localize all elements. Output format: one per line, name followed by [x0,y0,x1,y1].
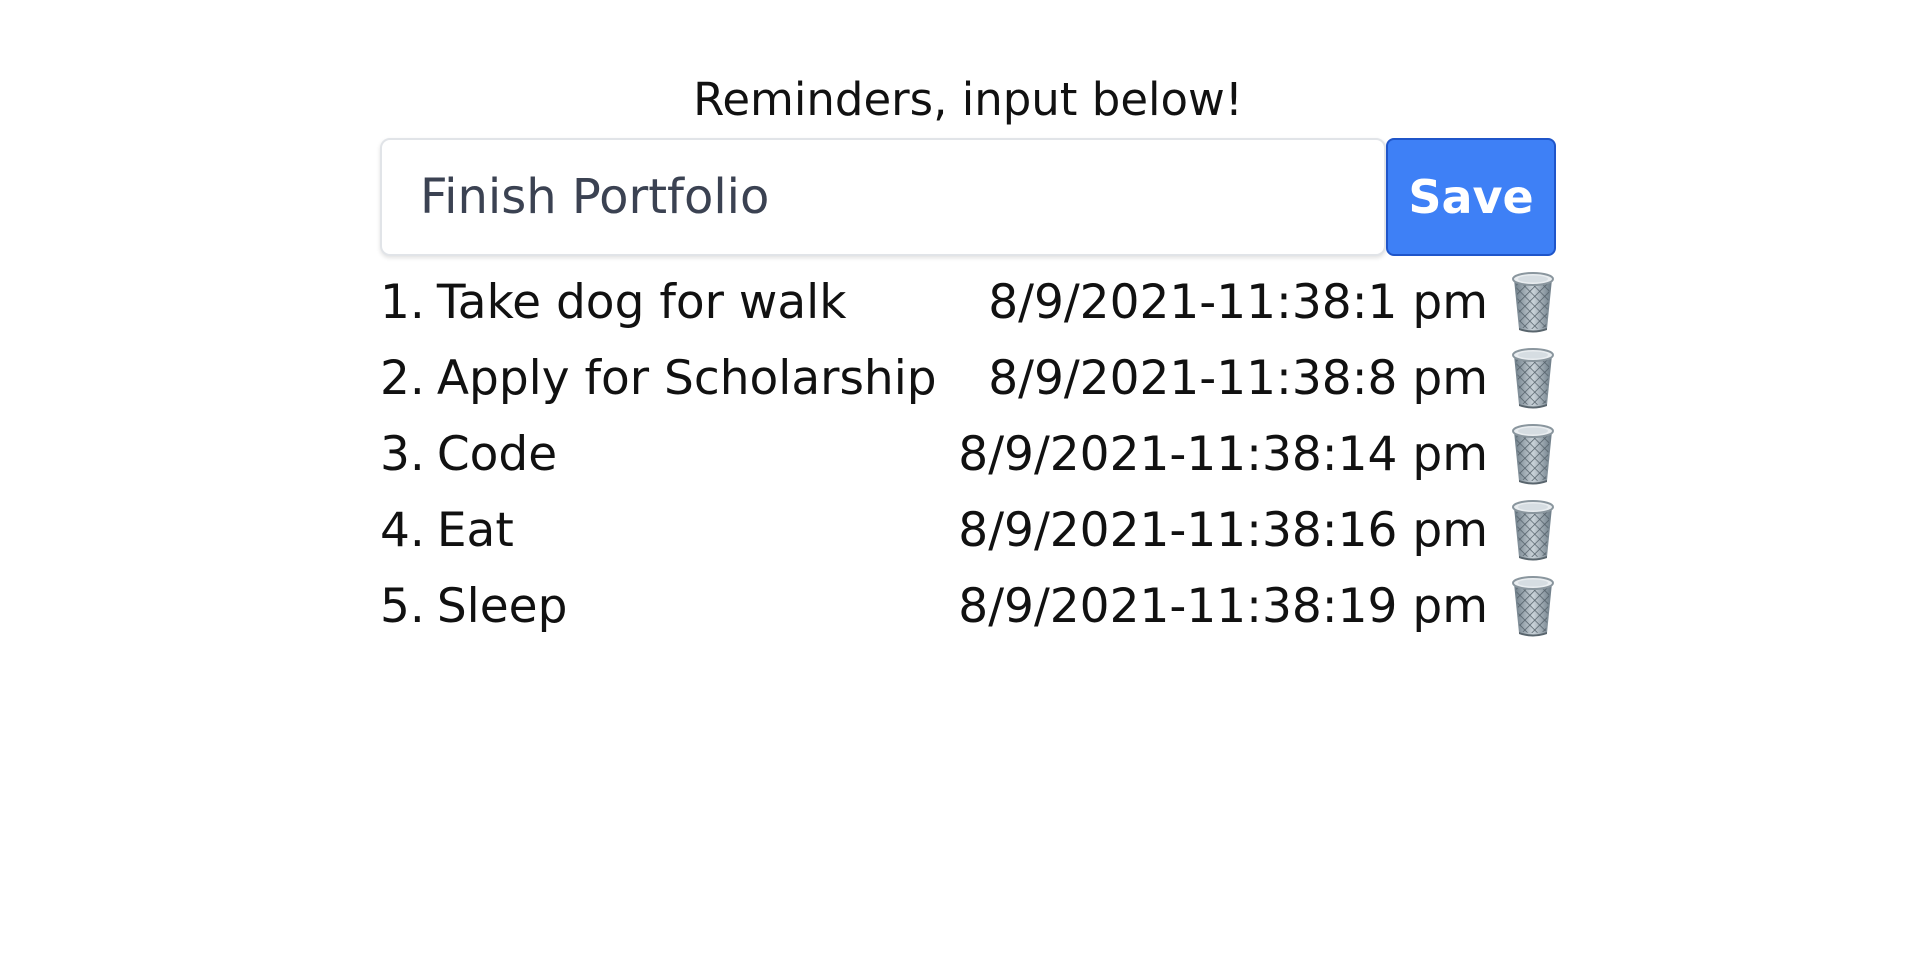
item-number: 2. [380,350,425,406]
save-button[interactable]: Save [1386,138,1556,256]
item-number: 1. [380,274,425,330]
item-number: 4. [380,502,425,558]
item-timestamp: 8/9/2021-11:38:16 pm [958,502,1488,558]
list-item: 3. Code 8/9/2021-11:38:14 pm [380,416,1556,492]
reminder-input[interactable] [380,138,1386,256]
item-timestamp: 8/9/2021-11:38:14 pm [958,426,1488,482]
trash-icon[interactable] [1510,499,1556,561]
item-timestamp: 8/9/2021-11:38:19 pm [958,578,1488,634]
list-item: 1. Take dog for walk 8/9/2021-11:38:1 pm [380,264,1556,340]
page-title: Reminders, input below! [693,73,1243,126]
list-item: 2. Apply for Scholarship 8/9/2021-11:38:… [380,340,1556,416]
item-text: Eat [436,502,514,558]
reminder-list: 1. Take dog for walk 8/9/2021-11:38:1 pm… [380,264,1556,644]
list-item: 4. Eat 8/9/2021-11:38:16 pm [380,492,1556,568]
trash-icon[interactable] [1510,423,1556,485]
item-timestamp: 8/9/2021-11:38:1 pm [988,274,1488,330]
list-item: 5. Sleep 8/9/2021-11:38:19 pm [380,568,1556,644]
item-number: 5. [380,578,425,634]
trash-icon[interactable] [1510,575,1556,637]
item-timestamp: 8/9/2021-11:38:8 pm [988,350,1488,406]
item-text: Apply for Scholarship [436,350,937,406]
reminder-form: Save [380,138,1556,256]
trash-icon[interactable] [1510,347,1556,409]
item-number: 3. [380,426,425,482]
item-text: Sleep [436,578,568,634]
item-text: Code [436,426,558,482]
item-text: Take dog for walk [436,274,847,330]
trash-icon[interactable] [1510,271,1556,333]
